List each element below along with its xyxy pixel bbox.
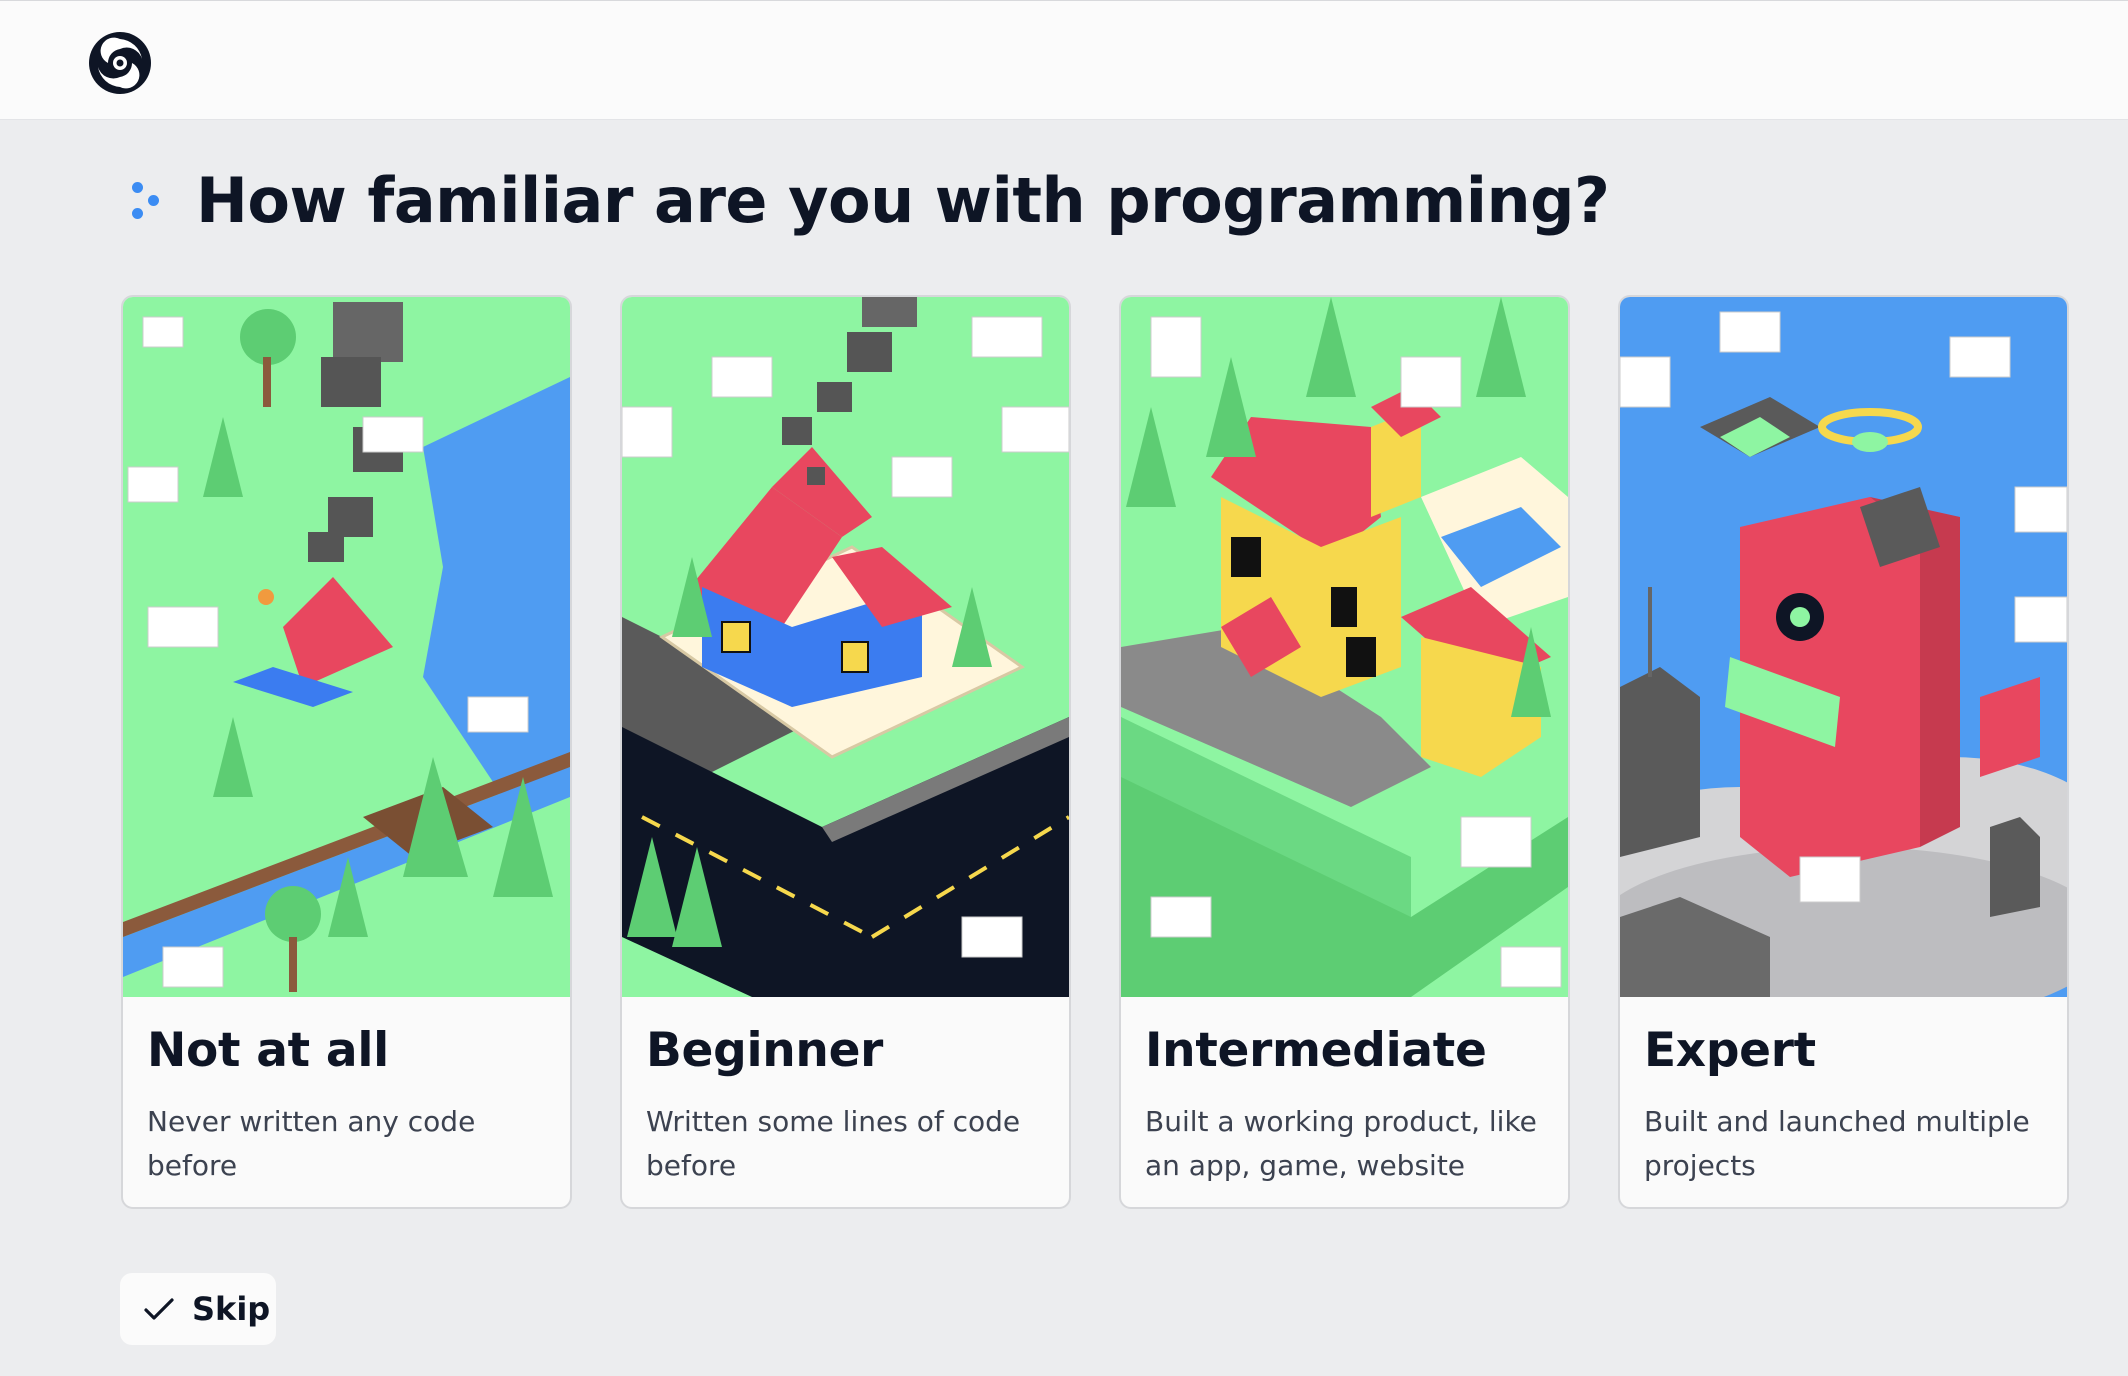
option-title: Intermediate bbox=[1145, 1023, 1487, 1078]
page-title: How familiar are you with programming? bbox=[196, 163, 1610, 237]
mansion-illustration bbox=[1121, 297, 1568, 997]
option-card-expert[interactable]: Expert Built and launched multiple proje… bbox=[1618, 295, 2069, 1209]
option-title: Expert bbox=[1644, 1023, 1816, 1078]
skyscraper-illustration bbox=[1620, 297, 2067, 997]
option-card-intermediate[interactable]: Intermediate Built a working product, li… bbox=[1119, 295, 1570, 1209]
skip-button[interactable]: Skip bbox=[120, 1273, 276, 1345]
option-description: Written some lines of code before bbox=[646, 1105, 1021, 1182]
house-illustration bbox=[622, 297, 1069, 997]
top-bar bbox=[0, 0, 2128, 120]
option-description: Built a working product, like an app, ga… bbox=[1145, 1105, 1537, 1182]
skip-label: Skip bbox=[192, 1290, 271, 1328]
bullet-dots-icon bbox=[124, 170, 168, 230]
option-description: Never written any code before bbox=[147, 1105, 476, 1182]
option-card-beginner[interactable]: Beginner Written some lines of code befo… bbox=[620, 295, 1071, 1209]
option-title: Not at all bbox=[147, 1023, 389, 1078]
check-icon bbox=[144, 1298, 174, 1320]
option-description: Built and launched multiple projects bbox=[1644, 1105, 2030, 1182]
question-heading: How familiar are you with programming? bbox=[124, 160, 1610, 240]
option-card-not-at-all[interactable]: Not at all Never written any code before bbox=[121, 295, 572, 1209]
replit-logo-icon[interactable] bbox=[86, 29, 154, 97]
option-title: Beginner bbox=[646, 1023, 884, 1078]
campsite-illustration bbox=[123, 297, 570, 997]
options-list: Not at all Never written any code before bbox=[121, 295, 2069, 1209]
